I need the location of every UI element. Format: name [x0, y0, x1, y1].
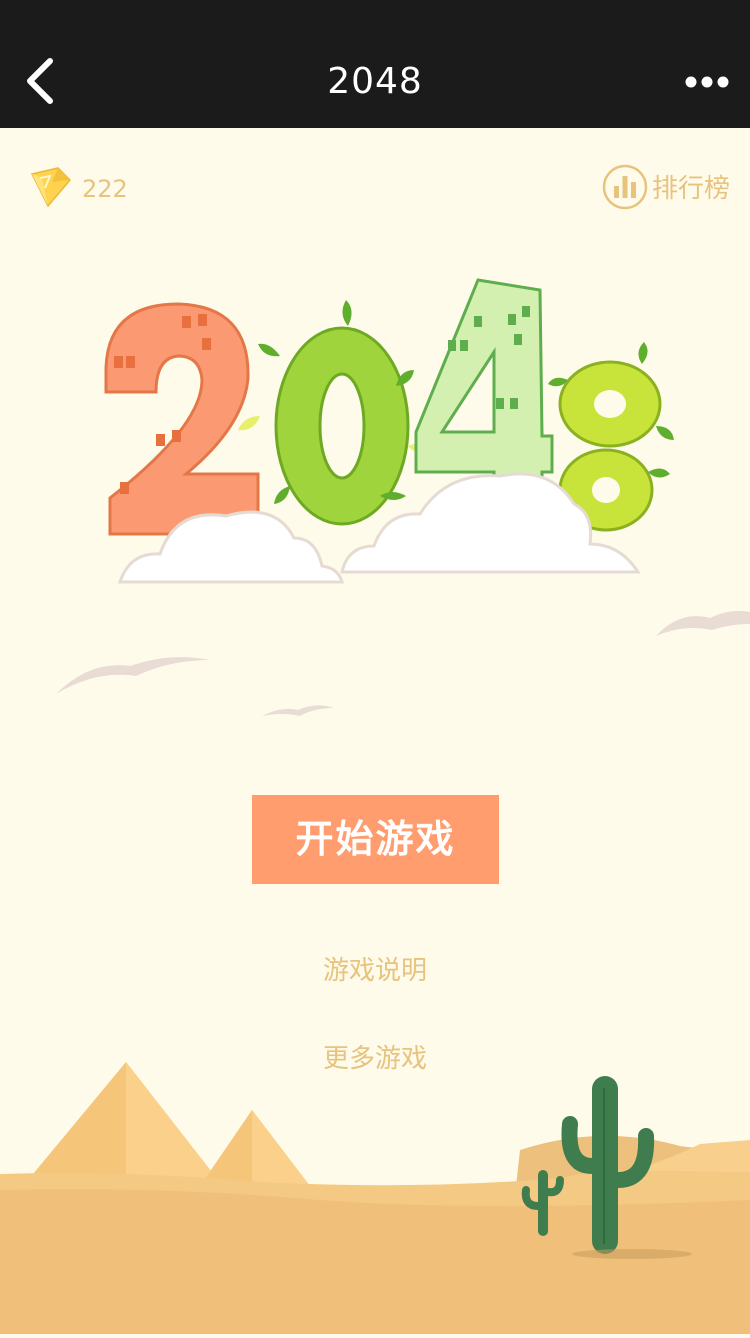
start-game-button[interactable]: 开始游戏	[252, 795, 499, 884]
top-bar: 2048	[0, 0, 750, 128]
diamond-icon	[28, 164, 74, 214]
logo-digit-two	[104, 302, 260, 536]
diamond-balance: 222	[28, 164, 128, 214]
birds-decoration	[0, 590, 750, 734]
page-title: 2048	[327, 61, 423, 102]
leaderboard-label: 排行榜	[651, 174, 730, 204]
diamond-count: 222	[82, 175, 128, 203]
leaderboard-button[interactable]: 排行榜	[602, 164, 730, 214]
game-guide-link[interactable]: 游戏说明	[0, 954, 750, 988]
more-button[interactable]	[680, 66, 734, 100]
logo-digit-zero	[238, 300, 430, 526]
game-logo	[90, 276, 690, 600]
more-dots-icon	[684, 74, 730, 93]
desert-scenery	[0, 1040, 750, 1338]
bar-chart-icon	[602, 164, 648, 214]
